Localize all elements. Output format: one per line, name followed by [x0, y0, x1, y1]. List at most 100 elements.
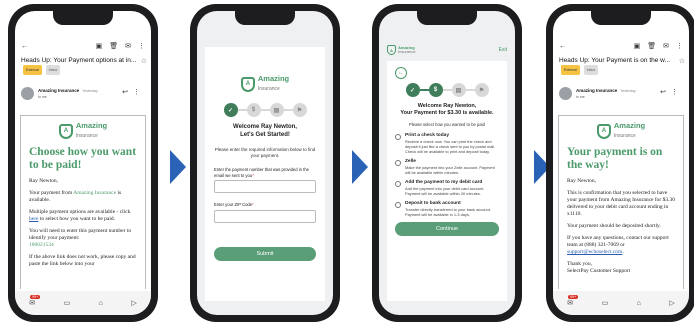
- step-shield-icon: ✓: [405, 83, 420, 97]
- reply-icon[interactable]: ↩: [122, 89, 133, 96]
- star-icon[interactable]: ☆: [679, 57, 685, 65]
- step-document-icon: ▤: [269, 103, 284, 117]
- amazing-insurance-mini-logo: A Amazing Insurance: [387, 45, 416, 55]
- mail-icon[interactable]: ✉: [125, 42, 131, 50]
- more-vert-icon[interactable]: ⋮: [138, 42, 145, 50]
- step-flag-icon: ⚑: [474, 83, 489, 97]
- avatar: [21, 87, 34, 100]
- progress-steps: ✓ $ ▤ ⚑: [214, 103, 316, 117]
- radio-button[interactable]: [395, 181, 401, 187]
- paragraph-payment-number: You will need to enter this payment numb…: [29, 228, 132, 248]
- phone-payment-options: A Amazing Insurance Exit ← ✓ $ ▤ ⚑ Welcom…: [372, 4, 522, 322]
- options-card: ← ✓ $ ▤ ⚑ Welcome Ray Newton, Your Paymen…: [387, 61, 507, 301]
- external-tag: External: [561, 65, 580, 75]
- phone-email-choose: ← ▣ 🗑 ✉ ⋮ Heads Up: Your Payment options…: [8, 4, 158, 322]
- paragraph-deposit: Your payment should be deposited shortly…: [567, 223, 661, 229]
- radio-button[interactable]: [395, 134, 401, 140]
- notch: [53, 11, 113, 25]
- email-toolbar: ← ▣ 🗑 ✉ ⋮: [21, 41, 145, 51]
- to-line: to me: [576, 95, 585, 99]
- radio-button[interactable]: [395, 160, 401, 166]
- email-heading: Choose how you want to be paid!: [29, 146, 137, 171]
- step-document-icon: ▤: [451, 83, 466, 97]
- option-zelle[interactable]: Zelle Make the payment into your Zelle ac…: [395, 159, 499, 175]
- inbox-tag: Inbox: [583, 65, 599, 75]
- continue-button[interactable]: Continue: [395, 222, 499, 236]
- video-icon[interactable]: ▷: [669, 299, 674, 307]
- paragraph-confirmation: This is confirmation that you selected t…: [567, 190, 675, 217]
- zip-code-input[interactable]: [214, 209, 316, 223]
- mail-nav-icon[interactable]: ✉ 99+: [29, 295, 41, 307]
- sender-time: Yesterday: [82, 89, 98, 93]
- trash-icon[interactable]: 🗑: [109, 42, 118, 50]
- options-instruction: Please select how you wanted to be paid: [409, 122, 485, 127]
- email-body: A Amazing Insurance Your payment is on th…: [558, 115, 684, 289]
- sender-row: Amazing Insurance Yesterday to me ↩⋮: [21, 85, 145, 105]
- spaces-icon[interactable]: ⌂: [99, 300, 103, 307]
- sender-name: Amazing Insurance: [38, 88, 80, 93]
- mail-nav-icon[interactable]: ✉ 99+: [567, 295, 579, 307]
- notch: [417, 11, 477, 25]
- bottom-nav: ✉ 99+ ▭ ⌂ ▷: [553, 291, 689, 315]
- shield-logo-icon: A: [240, 76, 255, 92]
- external-tag: External: [23, 65, 42, 75]
- back-circle-icon[interactable]: ←: [395, 67, 407, 79]
- paragraph-available: Your payment from Amazing Insurance is a…: [29, 190, 122, 203]
- email-body: A Amazing Insurance Choose how you want t…: [20, 115, 146, 289]
- support-email-link[interactable]: support@echoselect.com: [567, 249, 622, 255]
- more-vert-icon[interactable]: ⋮: [133, 89, 145, 96]
- greeting: Ray Newton,: [567, 178, 597, 184]
- phone-lookup-form: A Amazing Insurance ✓ $ ▤ ⚑ Welcome Ray N…: [190, 4, 340, 322]
- email-subject: Heads Up: Your Payment is on the w... Ex…: [559, 57, 675, 75]
- reply-icon[interactable]: ↩: [660, 89, 671, 96]
- amazing-insurance-logo: A Amazing Insurance: [567, 122, 675, 140]
- payment-number-label: Enter the payment number that was provid…: [214, 167, 309, 178]
- notch: [235, 11, 295, 25]
- sender-name: Amazing Insurance: [576, 88, 618, 93]
- back-arrow-icon[interactable]: ←: [559, 43, 566, 50]
- instructions: Please enter the required information be…: [214, 147, 316, 158]
- greeting: Ray Newton,: [29, 178, 59, 184]
- step-dollar-icon: $: [428, 83, 443, 97]
- email-subject: Heads Up: Your Payment options at in... …: [21, 57, 137, 75]
- mail-icon[interactable]: ✉: [663, 42, 669, 50]
- avatar: [559, 87, 572, 100]
- email-toolbar: ← ▣ 🗑 ✉ ⋮: [559, 41, 683, 51]
- amazing-insurance-logo: A Amazing Insurance: [214, 75, 316, 93]
- sender-time: Yesterday: [620, 89, 636, 93]
- exit-link[interactable]: Exit: [499, 47, 507, 53]
- lookup-card: A Amazing Insurance ✓ $ ▤ ⚑ Welcome Ray N…: [205, 47, 325, 301]
- flow-arrow-2: [352, 150, 368, 184]
- archive-icon[interactable]: ▣: [634, 42, 641, 50]
- more-vert-icon[interactable]: ⋮: [671, 89, 683, 96]
- star-icon[interactable]: ☆: [141, 57, 147, 65]
- chat-icon[interactable]: ▭: [602, 299, 609, 307]
- zip-code-label: Enter your ZIP Code*: [214, 202, 254, 207]
- trash-icon[interactable]: 🗑: [647, 42, 656, 50]
- to-line: to me: [38, 95, 47, 99]
- more-vert-icon[interactable]: ⋮: [676, 42, 683, 50]
- video-icon[interactable]: ▷: [131, 299, 136, 307]
- company-link[interactable]: Amazing Insurance: [73, 190, 116, 196]
- radio-button[interactable]: [395, 202, 401, 208]
- step-dollar-icon: $: [246, 103, 261, 117]
- payment-number-input[interactable]: [214, 180, 316, 193]
- shield-logo-icon: A: [387, 45, 396, 55]
- inbox-tag: Inbox: [45, 65, 61, 75]
- back-arrow-icon[interactable]: ←: [21, 43, 28, 50]
- amazing-insurance-logo: A Amazing Insurance: [29, 122, 137, 140]
- option-bank-account[interactable]: Deposit to bank account Transfer directly…: [395, 201, 499, 217]
- chat-icon[interactable]: ▭: [64, 299, 71, 307]
- submit-button[interactable]: Submit: [214, 246, 316, 261]
- option-debit-card[interactable]: Add the payment to my debit card Add the …: [395, 180, 499, 196]
- flow-stage: ← ▣ 🗑 ✉ ⋮ Heads Up: Your Payment options…: [0, 0, 694, 324]
- spaces-icon[interactable]: ⌂: [637, 300, 641, 307]
- payment-number: 180621534: [29, 242, 54, 248]
- step-shield-icon: ✓: [223, 103, 238, 117]
- archive-icon[interactable]: ▣: [96, 42, 103, 50]
- phone-email-confirmation: ← ▣ 🗑 ✉ ⋮ Heads Up: Your Payment is on t…: [546, 4, 694, 322]
- paragraph-options: Multiple payment options are available -…: [29, 209, 131, 222]
- unread-badge: 99+: [30, 295, 41, 299]
- email-heading: Your payment is on the way!: [567, 146, 663, 171]
- option-print-check[interactable]: Print a check today Receive a check now. …: [395, 133, 499, 154]
